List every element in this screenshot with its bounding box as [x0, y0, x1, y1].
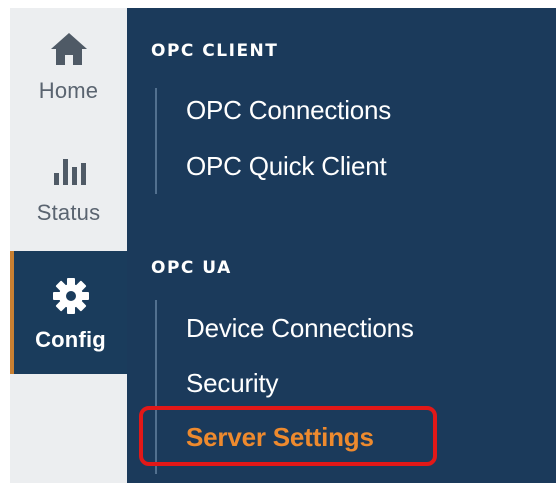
nav-item-home[interactable]: Home [10, 8, 127, 128]
menu-item-opc-quick-client[interactable]: OPC Quick Client [186, 151, 387, 182]
section-divider-opc-ua [155, 300, 157, 474]
app: Home Status Config OPC CLIENT OPC Connec… [10, 8, 556, 483]
bar-chart-icon [51, 152, 87, 190]
home-icon [49, 30, 89, 68]
section-heading-opc-client: OPC CLIENT [151, 41, 279, 61]
menu-item-server-settings[interactable]: Server Settings [186, 422, 374, 453]
left-nav: Home Status Config [10, 8, 127, 483]
menu-item-security[interactable]: Security [186, 368, 279, 399]
config-menu-panel: OPC CLIENT OPC Connections OPC Quick Cli… [127, 8, 556, 483]
nav-label-home: Home [38, 78, 99, 103]
menu-item-opc-connections[interactable]: OPC Connections [186, 95, 391, 126]
section-divider-opc-client [155, 88, 157, 194]
menu-item-device-connections[interactable]: Device Connections [186, 313, 414, 344]
nav-label-status: Status [36, 200, 101, 225]
nav-item-config[interactable]: Config [10, 251, 127, 374]
nav-label-config: Config [35, 327, 106, 352]
section-heading-opc-ua: OPC UA [151, 258, 232, 278]
nav-item-status[interactable]: Status [10, 130, 127, 250]
gear-icon [51, 277, 91, 315]
